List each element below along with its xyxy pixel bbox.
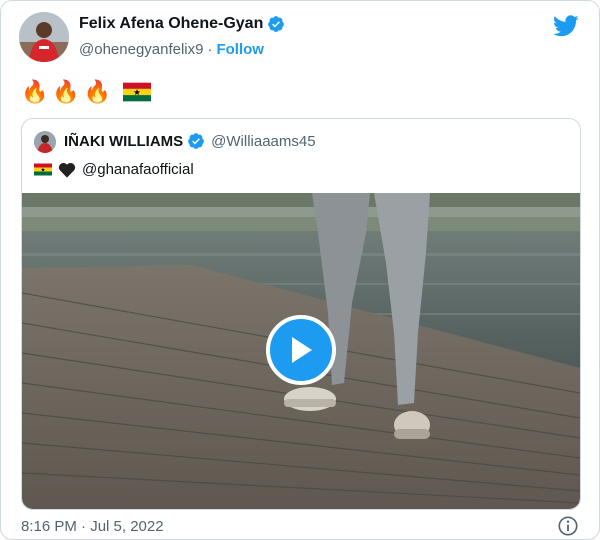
- quoted-tweet-text: @ghanafaofficial: [34, 161, 194, 178]
- quoted-avatar-image: [34, 131, 56, 153]
- ghana-flag-icon: [34, 163, 52, 176]
- quoted-name-row: IÑAKI WILLIAMS @Williaaams45: [64, 132, 316, 150]
- author-name[interactable]: Felix Afena Ohene-Gyan: [79, 15, 263, 33]
- quoted-author-handle[interactable]: @Williaaams45: [211, 133, 315, 150]
- author-avatar[interactable]: [19, 12, 69, 62]
- play-icon: [292, 337, 312, 363]
- verified-badge-icon: [188, 133, 205, 149]
- info-icon[interactable]: [557, 515, 579, 537]
- video-player[interactable]: [22, 193, 580, 509]
- twitter-bird-icon[interactable]: [553, 15, 579, 37]
- play-button[interactable]: [266, 315, 336, 385]
- mention-link[interactable]: @ghanafaofficial: [82, 161, 194, 178]
- quoted-author-name[interactable]: IÑAKI WILLIAMS: [64, 133, 183, 150]
- tweet-timestamp[interactable]: 8:16 PM · Jul 5, 2022: [21, 518, 164, 535]
- follow-button[interactable]: Follow: [216, 41, 264, 58]
- author-name-row: Felix Afena Ohene-Gyan: [79, 15, 285, 33]
- quoted-author-avatar[interactable]: [34, 131, 56, 153]
- quoted-tweet[interactable]: IÑAKI WILLIAMS @Williaaams45 @ghanafaoff…: [21, 118, 581, 510]
- avatar-image: [19, 12, 69, 62]
- verified-badge-icon: [268, 16, 285, 32]
- fire-emoji: 🔥: [52, 79, 80, 104]
- black-heart-icon: [58, 162, 76, 178]
- ghana-flag-icon: [123, 82, 152, 102]
- tweet-text: 🔥 🔥 🔥: [21, 79, 152, 104]
- fire-emoji: 🔥: [83, 79, 112, 104]
- tweet-card: Felix Afena Ohene-Gyan @ohenegyanfelix9 …: [0, 0, 600, 540]
- separator-dot: ·: [207, 41, 213, 58]
- fire-emoji: 🔥: [21, 79, 49, 104]
- author-handle-row: @ohenegyanfelix9 · Follow: [79, 41, 264, 58]
- author-handle[interactable]: @ohenegyanfelix9: [79, 41, 203, 58]
